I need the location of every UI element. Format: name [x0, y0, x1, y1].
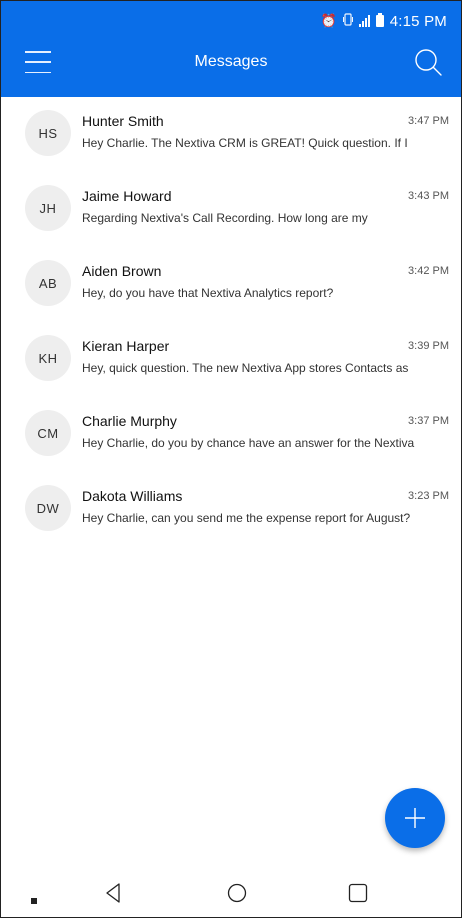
- avatar: KH: [25, 335, 71, 381]
- status-bar: ⏰ 4:15 PM: [321, 9, 447, 33]
- conversation-row[interactable]: KH Kieran Harper 3:39 PM Hey, quick ques…: [1, 322, 461, 397]
- message-time: 3:37 PM: [408, 415, 449, 427]
- message-preview: Hey Charlie, do you by chance have an an…: [82, 436, 415, 450]
- contact-name: Aiden Brown: [82, 263, 162, 279]
- square-dot-icon[interactable]: [31, 891, 37, 909]
- conversation-row[interactable]: DW Dakota Williams 3:23 PM Hey Charlie, …: [1, 472, 461, 547]
- contact-name: Charlie Murphy: [82, 413, 177, 429]
- home-icon[interactable]: [227, 883, 247, 908]
- contact-name: Dakota Williams: [82, 488, 183, 504]
- conversation-list: HS Hunter Smith 3:47 PM Hey Charlie. The…: [1, 97, 461, 547]
- message-time: 3:42 PM: [408, 265, 449, 277]
- conversation-row[interactable]: AB Aiden Brown 3:42 PM Hey, do you have …: [1, 247, 461, 322]
- conversation-row[interactable]: CM Charlie Murphy 3:37 PM Hey Charlie, d…: [1, 397, 461, 472]
- search-icon[interactable]: [413, 47, 443, 77]
- message-time: 3:39 PM: [408, 340, 449, 352]
- message-time: 3:43 PM: [408, 190, 449, 202]
- alarm-icon: ⏰: [320, 13, 337, 28]
- conversation-row[interactable]: JH Jaime Howard 3:43 PM Regarding Nextiv…: [1, 172, 461, 247]
- avatar: AB: [25, 260, 71, 306]
- message-time: 3:23 PM: [408, 490, 449, 502]
- contact-name: Kieran Harper: [82, 338, 170, 354]
- avatar: JH: [25, 185, 71, 231]
- avatar: HS: [25, 110, 71, 156]
- contact-name: Jaime Howard: [82, 188, 172, 204]
- avatar: DW: [25, 485, 71, 531]
- vibrate-icon: [342, 13, 353, 29]
- new-message-button[interactable]: [385, 788, 445, 848]
- message-preview: Hey Charlie, can you send me the expense…: [82, 511, 411, 525]
- contact-name: Hunter Smith: [82, 113, 164, 129]
- conversation-row[interactable]: HS Hunter Smith 3:47 PM Hey Charlie. The…: [1, 97, 461, 172]
- app-screen: ⏰ 4:15 PM Messages HS Hunter Smith 3:47 …: [0, 0, 462, 918]
- recents-icon[interactable]: [348, 883, 368, 908]
- message-preview: Regarding Nextiva's Call Recording. How …: [82, 211, 368, 225]
- message-preview: Hey, quick question. The new Nextiva App…: [82, 361, 409, 375]
- page-title: Messages: [194, 53, 268, 70]
- message-time: 3:47 PM: [408, 115, 449, 127]
- signal-icon: [358, 15, 370, 27]
- battery-icon: [375, 13, 384, 27]
- back-icon[interactable]: [105, 883, 121, 908]
- status-time: 4:15 PM: [389, 12, 447, 30]
- message-preview: Hey Charlie. The Nextiva CRM is GREAT! Q…: [82, 136, 408, 150]
- app-header: ⏰ 4:15 PM Messages: [1, 1, 461, 97]
- avatar: CM: [25, 410, 71, 456]
- message-preview: Hey, do you have that Nextiva Analytics …: [82, 286, 334, 300]
- plus-icon: [405, 808, 425, 828]
- system-nav-bar: [1, 871, 461, 917]
